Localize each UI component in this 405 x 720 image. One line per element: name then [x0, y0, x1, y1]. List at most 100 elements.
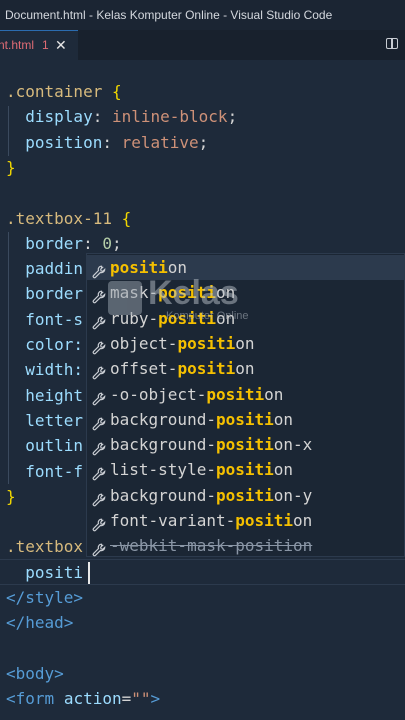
code-line: letter — [6, 408, 83, 433]
wrench-icon — [92, 362, 106, 380]
code-token: font-s — [6, 309, 84, 329]
suggestion-label: background-position — [110, 407, 293, 432]
suggestion-match: positi — [177, 333, 236, 353]
code-line: display: inline-block; — [6, 104, 237, 129]
code-token: height — [6, 385, 84, 405]
wrench-icon — [92, 388, 106, 405]
suggestion-post: on — [273, 409, 294, 429]
code-token: </head> — [6, 613, 74, 633]
suggestion-post: on — [235, 333, 255, 353]
code-line: color: — [6, 332, 83, 357]
suggestion-item[interactable]: object-position — [87, 331, 405, 356]
wrench-icon — [92, 312, 106, 329]
suggestion-pre: offset- — [110, 359, 178, 379]
suggestion-pre: -webkit-mask-position — [110, 536, 313, 556]
suggestion-pre: mask- — [110, 283, 159, 303]
wrench-icon — [92, 337, 106, 355]
suggestion-item[interactable]: offset-position — [87, 356, 405, 381]
code-token: : — [102, 132, 122, 152]
code-token: <form — [6, 689, 55, 709]
suggestion-pre: ruby- — [110, 308, 159, 328]
tab-document-html[interactable]: nt.html 1 ✕ — [0, 30, 78, 60]
code-token: .container — [6, 82, 103, 101]
code-line: width: — [6, 357, 83, 382]
suggestion-item[interactable]: mask-position — [87, 280, 405, 305]
code-token: font-f — [6, 461, 84, 481]
split-editor-icon[interactable] — [386, 38, 398, 49]
suggestion-label: position — [110, 255, 187, 280]
suggestion-label: offset-position — [110, 356, 255, 381]
code-token: ; — [227, 107, 238, 127]
code-token: </style> — [6, 588, 84, 607]
suggestion-post: on — [264, 384, 284, 404]
suggestion-item[interactable]: background-position — [87, 407, 405, 432]
wrench-icon — [92, 539, 106, 557]
code-line: .textbox-11 { — [6, 206, 131, 231]
code-token: border — [6, 284, 84, 304]
code-token: { — [121, 208, 132, 228]
code-line: outlin — [6, 433, 83, 458]
suggestion-label: background-position-x — [110, 432, 312, 457]
suggestion-label: -o-object-position — [110, 382, 283, 407]
code-line: font-s — [6, 307, 83, 332]
suggestion-pre: background- — [110, 409, 216, 429]
code-token: color: — [6, 335, 84, 354]
close-icon[interactable]: ✕ — [55, 31, 67, 59]
code-line: font-f — [6, 459, 83, 484]
code-token: } — [6, 157, 16, 177]
code-token: = — [121, 689, 132, 709]
code-token: width: — [6, 360, 84, 380]
suggestion-item[interactable]: -webkit-mask-position — [87, 533, 405, 558]
code-line: paddin — [6, 256, 83, 281]
code-token: .textbox — [6, 537, 84, 557]
tab-problem-count: 1 — [42, 38, 49, 52]
code-line: <form action=""> — [6, 686, 160, 711]
suggestion-post: on-x — [273, 435, 313, 455]
suggestion-pre: object- — [110, 333, 178, 353]
suggestion-item[interactable]: background-position-y — [87, 483, 405, 508]
wrench-icon — [92, 514, 106, 532]
code-line: } — [6, 155, 16, 180]
indent-guide — [8, 232, 9, 484]
suggestion-item[interactable]: list-style-position — [87, 457, 405, 482]
suggestion-item[interactable]: ruby-position — [87, 306, 405, 331]
suggestion-post: on — [273, 460, 294, 480]
tab-name: nt.html — [0, 38, 35, 52]
code-line: </style> — [6, 585, 83, 610]
code-token: letter — [6, 410, 84, 430]
suggestion-label: ruby-position — [110, 306, 235, 331]
suggestion-widget[interactable]: position mask-position ruby-position object… — [86, 253, 405, 557]
suggestion-post: on — [293, 511, 313, 530]
suggestion-match: positi — [215, 460, 274, 480]
code-line: position: relative; — [6, 130, 208, 155]
suggestion-match: positi — [177, 359, 236, 379]
suggestion-post: on — [215, 283, 236, 303]
code-token: <body> — [6, 663, 64, 683]
suggestion-item[interactable]: -o-object-position — [87, 382, 405, 407]
indent-guide — [8, 106, 9, 156]
suggestion-post: on — [235, 359, 255, 379]
code-token: "" — [131, 689, 151, 709]
suggestion-post: on-y — [273, 485, 313, 505]
tab-bar: nt.html 1 ✕ — [0, 30, 405, 60]
suggestion-item[interactable]: background-position-x — [87, 432, 405, 457]
suggestion-match: positi — [110, 258, 168, 277]
suggestion-label: -webkit-mask-position — [110, 533, 312, 558]
suggestion-item[interactable]: font-variant-position — [87, 508, 405, 533]
code-token: .textbox-11 — [6, 208, 112, 228]
code-token: relative — [121, 132, 199, 152]
code-token: action — [63, 689, 122, 709]
code-token: 0 — [102, 233, 112, 253]
suggestion-label: font-variant-position — [110, 508, 312, 533]
suggestion-match: positi — [215, 409, 274, 429]
code-token: inline-block — [111, 107, 228, 127]
suggestion-pre: list-style- — [110, 460, 216, 480]
code-token: ; — [198, 132, 209, 152]
suggestion-label: object-position — [110, 331, 255, 356]
code-token: { — [111, 82, 122, 101]
suggestion-item[interactable]: position — [87, 255, 405, 280]
suggestion-pre: background- — [110, 435, 216, 455]
text-cursor — [88, 562, 90, 584]
